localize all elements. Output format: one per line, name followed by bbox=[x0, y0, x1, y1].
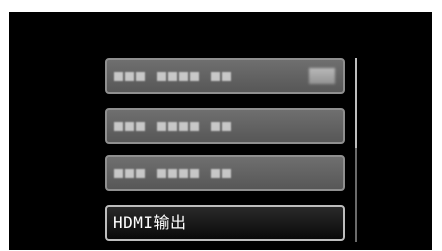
camera-menu-screen: HDMI输出 bbox=[9, 12, 432, 250]
menu-item-label: HDMI输出 bbox=[113, 213, 187, 232]
obscured-label bbox=[114, 118, 231, 134]
menu-item-3[interactable] bbox=[105, 155, 345, 191]
scrollbar[interactable] bbox=[355, 58, 357, 242]
scrollbar-thumb[interactable] bbox=[355, 58, 357, 148]
menu-item-1[interactable] bbox=[105, 58, 345, 94]
menu-item-2[interactable] bbox=[105, 108, 345, 144]
menu-item-hdmi-output[interactable]: HDMI输出 bbox=[105, 205, 345, 241]
obscured-label bbox=[114, 68, 231, 84]
obscured-label bbox=[114, 165, 231, 181]
setting-value-icon bbox=[309, 68, 335, 84]
